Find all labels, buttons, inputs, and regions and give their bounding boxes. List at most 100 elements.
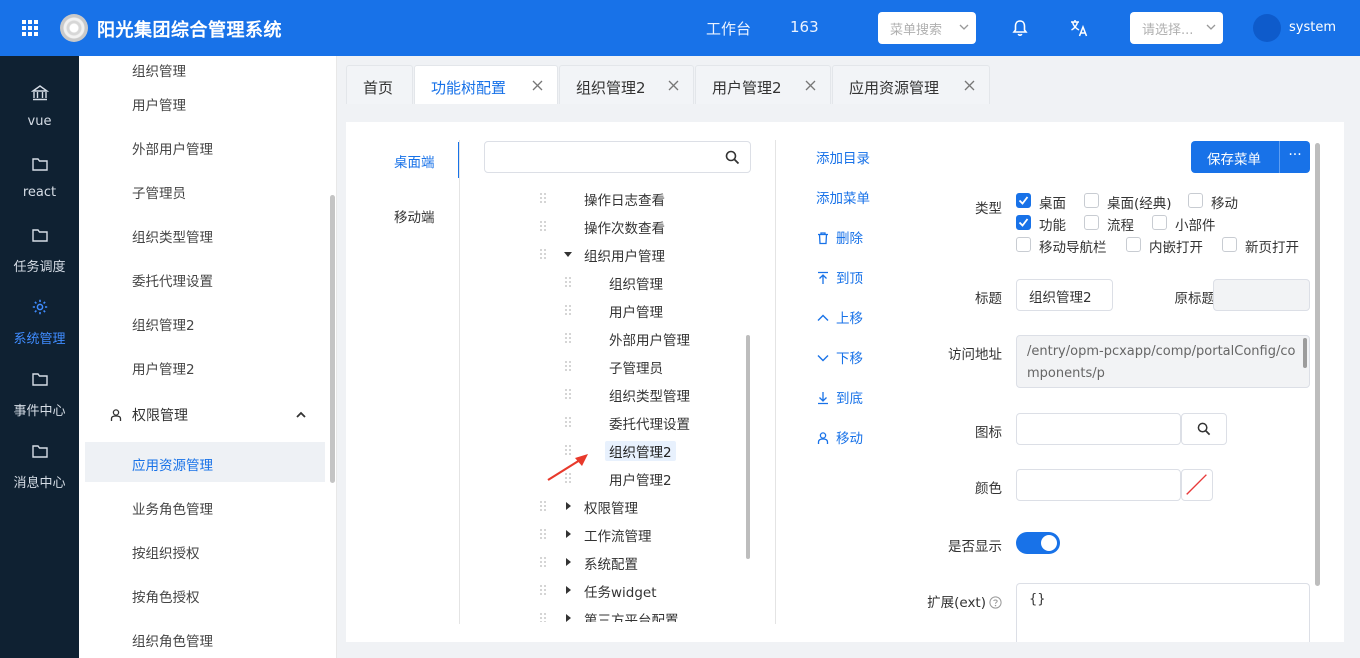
move-to-top-button[interactable]: 到顶 (816, 267, 863, 289)
ext-textarea[interactable]: {} (1016, 583, 1310, 642)
username[interactable]: system (1289, 20, 1336, 35)
move-up-button[interactable]: 上移 (816, 307, 863, 329)
tree-node[interactable]: 操作次数查看 (538, 214, 738, 238)
tree-node-expanded[interactable]: 组织用户管理 (538, 242, 738, 266)
sidebar-item-authorize-by-role[interactable]: 按角色授权 (85, 574, 325, 614)
tab-app-resource-management[interactable]: 应用资源管理 (832, 65, 990, 104)
panel-scrollbar[interactable] (1315, 143, 1320, 586)
rail-item-event-center[interactable]: 事件中心 (0, 358, 79, 428)
add-directory-button[interactable]: 添加目录 (816, 147, 870, 169)
more-button[interactable]: ··· (1279, 141, 1310, 173)
tab-desktop[interactable]: 桌面端 (346, 142, 460, 178)
drag-handle-icon[interactable] (563, 360, 573, 372)
checkbox-embedded-open[interactable]: 内嵌打开 (1126, 236, 1216, 256)
drag-handle-icon[interactable] (538, 500, 548, 512)
header-select[interactable]: 请选择... (1130, 12, 1223, 44)
sidebar-item-business-role-management[interactable]: 业务角色管理 (85, 486, 325, 526)
avatar[interactable] (1253, 14, 1281, 42)
move-to-bottom-button[interactable]: 到底 (816, 387, 863, 409)
caret-right-icon[interactable] (564, 558, 572, 566)
icon-search-button[interactable] (1181, 413, 1227, 445)
bell-icon[interactable] (1010, 18, 1030, 38)
close-icon[interactable] (668, 80, 679, 91)
sidebar-item-external-user-management[interactable]: 外部用户管理 (85, 126, 325, 166)
tree-node-selected[interactable]: 组织管理2 (563, 438, 743, 462)
checkbox-new-page-open[interactable]: 新页打开 (1222, 236, 1312, 256)
caret-right-icon[interactable] (564, 586, 572, 594)
drag-handle-icon[interactable] (538, 584, 548, 596)
drag-handle-icon[interactable] (563, 416, 573, 428)
textarea-scrollbar[interactable] (1303, 338, 1307, 368)
checkbox-function[interactable]: 功能 (1016, 214, 1086, 234)
rail-item-message-center[interactable]: 消息中心 (0, 430, 79, 500)
caret-right-icon[interactable] (564, 530, 572, 538)
tab-user-management-2[interactable]: 用户管理2 (695, 65, 831, 104)
rail-item-react[interactable]: react (0, 143, 79, 213)
caret-right-icon[interactable] (564, 614, 572, 622)
translate-icon[interactable] (1069, 18, 1089, 38)
tab-function-tree-config[interactable]: 功能树配置 (414, 65, 558, 104)
checkbox-workflow[interactable]: 流程 (1084, 214, 1154, 234)
url-textarea[interactable]: /entry/opm-pcxapp/comp/portalConfig/comp… (1016, 335, 1310, 388)
tree-node[interactable]: 组织管理 (563, 270, 743, 294)
drag-handle-icon[interactable] (538, 248, 548, 260)
drag-handle-icon[interactable] (563, 304, 573, 316)
close-icon[interactable] (964, 80, 975, 91)
tree-node-collapsed[interactable]: 任务widget (538, 578, 738, 602)
delete-button[interactable]: 删除 (816, 227, 863, 249)
move-button[interactable]: 移动 (816, 427, 863, 449)
drag-handle-icon[interactable] (563, 388, 573, 400)
sidebar-group-permission-management[interactable]: 权限管理 (85, 394, 325, 434)
search-icon[interactable] (725, 150, 740, 165)
drag-handle-icon[interactable] (538, 192, 548, 204)
checkbox-widget[interactable]: 小部件 (1152, 214, 1232, 234)
sidebar-item-app-resource-management[interactable]: 应用资源管理 (85, 442, 325, 482)
caret-down-icon[interactable] (564, 250, 572, 258)
tree-node[interactable]: 子管理员 (563, 354, 743, 378)
drag-handle-icon[interactable] (538, 220, 548, 232)
checkbox-desktop[interactable]: 桌面 (1016, 192, 1086, 212)
drag-handle-icon[interactable] (563, 276, 573, 288)
tree-node-collapsed[interactable]: 系统配置 (538, 550, 738, 574)
tree-node-collapsed[interactable]: 第三方平台配置 (538, 606, 738, 622)
add-menu-button[interactable]: 添加菜单 (816, 187, 870, 209)
checkbox-desktop-classic[interactable]: 桌面(经典) (1084, 192, 1184, 212)
tree-node[interactable]: 操作日志查看 (538, 186, 738, 210)
help-icon[interactable] (989, 596, 1002, 609)
rail-item-system-management[interactable]: 系统管理 (0, 286, 79, 356)
sidebar-item-sub-admin[interactable]: 子管理员 (85, 170, 325, 210)
tree-search-input[interactable] (484, 141, 751, 173)
color-input[interactable] (1016, 469, 1181, 501)
sidebar-item-org-management-2[interactable]: 组织管理2 (85, 302, 325, 342)
caret-right-icon[interactable] (564, 502, 572, 510)
original-title-input[interactable] (1213, 279, 1310, 311)
drag-handle-icon[interactable] (538, 528, 548, 540)
icon-input[interactable] (1016, 413, 1181, 445)
sidebar-item-user-management[interactable]: 用户管理 (85, 82, 325, 122)
grid-icon[interactable] (18, 16, 42, 40)
tree-node-collapsed[interactable]: 工作流管理 (538, 522, 738, 546)
menu-search-select[interactable]: 菜单搜索 (878, 12, 976, 44)
tree-node[interactable]: 委托代理设置 (563, 410, 743, 434)
close-icon[interactable] (805, 80, 816, 91)
checkbox-mobile-navbar[interactable]: 移动导航栏 (1016, 236, 1116, 256)
sidebar-item-authorize-by-org[interactable]: 按组织授权 (85, 530, 325, 570)
save-menu-button[interactable]: 保存菜单 (1191, 141, 1279, 173)
move-down-button[interactable]: 下移 (816, 347, 863, 369)
tree-node[interactable]: 外部用户管理 (563, 326, 743, 350)
color-picker-button[interactable] (1181, 469, 1213, 501)
sidebar-item-org-type-management[interactable]: 组织类型管理 (85, 214, 325, 254)
drag-handle-icon[interactable] (538, 612, 548, 622)
rail-item-vue[interactable]: vue (0, 72, 79, 142)
sidebar-item-org-role-management[interactable]: 组织角色管理 (85, 618, 325, 658)
tab-mobile[interactable]: 移动端 (346, 197, 460, 233)
tree-node-collapsed[interactable]: 权限管理 (538, 494, 738, 518)
tree-scrollbar[interactable] (746, 335, 750, 559)
nav-163[interactable]: 163 (790, 18, 819, 36)
tree-node[interactable]: 组织类型管理 (563, 382, 743, 406)
drag-handle-icon[interactable] (538, 556, 548, 568)
tab-org-management-2[interactable]: 组织管理2 (559, 65, 694, 104)
tree-node[interactable]: 用户管理 (563, 298, 743, 322)
title-input[interactable]: 组织管理2 (1016, 279, 1113, 311)
sidebar-item-user-management-2[interactable]: 用户管理2 (85, 346, 325, 386)
